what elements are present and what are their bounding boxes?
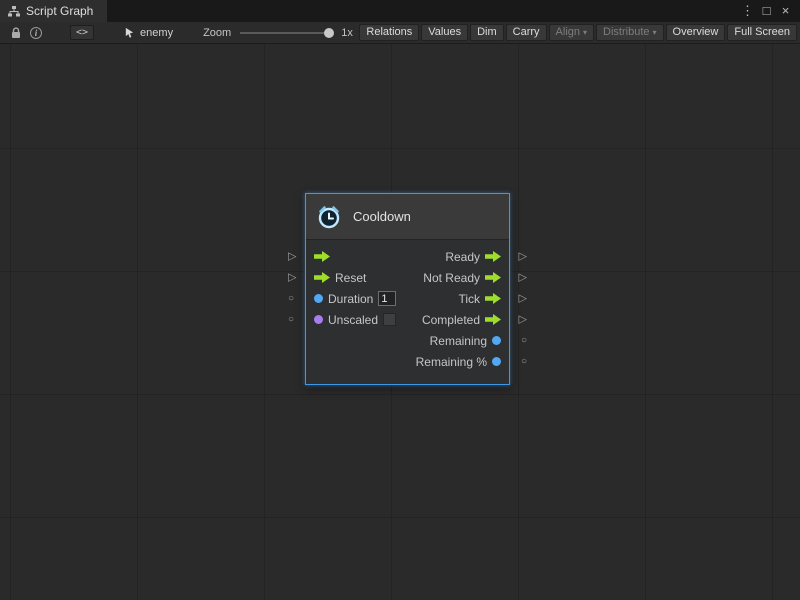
value-output-port[interactable]: ○ [521,336,527,346]
flow-input-arrow-icon[interactable] [314,272,330,283]
port-row: Remaining ○ [306,330,509,351]
chevron-down-icon: ▾ [653,28,657,37]
flow-input-arrow-icon[interactable] [314,251,330,262]
value-input-port[interactable]: ○ [288,294,294,304]
window-menu-icon[interactable]: ⋮ [739,0,756,22]
alarm-clock-icon [315,203,343,231]
port-label: Remaining % [416,356,487,368]
port-label: Completed [422,314,480,326]
number-port-dot-icon[interactable] [314,294,323,303]
chevron-down-icon: ▾ [583,28,587,37]
script-graph-icon [8,6,20,17]
toolbar-buttons: Relations Values Dim Carry Align▾ Distri… [359,24,797,41]
relations-button[interactable]: Relations [359,24,419,41]
info-button[interactable]: i [26,24,46,42]
flow-output-port[interactable]: ▷ [519,272,527,283]
flow-output-port[interactable]: ▷ [519,293,527,304]
unscaled-checkbox[interactable] [383,313,396,326]
flow-input-port[interactable]: ▷ [288,272,296,283]
graph-pointer-icon [124,27,135,38]
window-tab-bar: Script Graph ⋮ □ × [0,0,800,22]
port-row: ○ Duration Tick ▷ [306,288,509,309]
port-label: Remaining [430,335,487,347]
node-cooldown[interactable]: Cooldown ▷ Ready ▷ ▷ [305,193,510,385]
port-label: Duration [328,293,373,305]
zoom-label: Zoom [203,27,231,39]
flow-output-arrow-icon[interactable] [485,293,501,304]
dim-label: Dim [477,26,497,38]
align-label: Align [556,26,580,38]
port-row: ▷ Reset Not Ready ▷ [306,267,509,288]
node-title: Cooldown [353,209,411,224]
port-row: ○ Unscaled Completed ▷ [306,309,509,330]
distribute-label: Distribute [603,26,649,38]
port-label: Unscaled [328,314,378,326]
port-label: Not Ready [423,272,480,284]
align-dropdown[interactable]: Align▾ [549,24,594,41]
port-label: Tick [458,293,480,305]
flow-output-port[interactable]: ▷ [519,251,527,262]
graph-target[interactable]: enemy [124,27,173,39]
zoom-slider-track [240,32,332,34]
script-graph-window: Script Graph ⋮ □ × i <> enemy Z [0,0,800,600]
lock-icon [11,27,21,39]
graph-toolbar: i <> enemy Zoom 1x Relations Values Dim … [0,22,800,44]
code-icon: <> [76,27,88,38]
port-row: Remaining % ○ [306,351,509,372]
node-header[interactable]: Cooldown [306,194,509,240]
zoom-slider[interactable] [240,27,332,39]
overview-button[interactable]: Overview [666,24,726,41]
value-output-port[interactable]: ○ [521,357,527,367]
dim-button[interactable]: Dim [470,24,504,41]
relations-label: Relations [366,26,412,38]
info-icon: i [30,27,42,39]
graph-canvas[interactable]: Cooldown ▷ Ready ▷ ▷ [0,44,800,600]
node-body: ▷ Ready ▷ ▷ Reset [306,240,509,384]
lock-button[interactable] [6,24,26,42]
flow-output-port[interactable]: ▷ [519,314,527,325]
tab-script-graph[interactable]: Script Graph [0,0,107,22]
full-screen-label: Full Screen [734,26,790,38]
number-port-dot-icon[interactable] [492,357,501,366]
values-label: Values [428,26,461,38]
zoom-slider-handle[interactable] [324,28,334,38]
zoom-value: 1x [341,27,353,39]
graph-target-label: enemy [140,27,173,39]
tab-label: Script Graph [26,4,93,18]
maximize-icon[interactable]: □ [758,0,775,22]
zoom-control: Zoom 1x [203,27,353,39]
port-label: Reset [335,272,366,284]
overview-label: Overview [673,26,719,38]
flow-output-arrow-icon[interactable] [485,251,501,262]
flow-output-arrow-icon[interactable] [485,272,501,283]
boolean-port-dot-icon[interactable] [314,315,323,324]
flow-input-port[interactable]: ▷ [288,251,296,262]
values-button[interactable]: Values [421,24,468,41]
value-input-port[interactable]: ○ [288,315,294,325]
number-port-dot-icon[interactable] [492,336,501,345]
full-screen-button[interactable]: Full Screen [727,24,797,41]
port-label: Ready [445,251,480,263]
close-icon[interactable]: × [777,0,794,22]
port-row: ▷ Ready ▷ [306,246,509,267]
edit-source-button[interactable]: <> [70,25,94,40]
carry-label: Carry [513,26,540,38]
distribute-dropdown[interactable]: Distribute ▾ [596,24,663,41]
duration-input[interactable] [378,291,396,306]
window-controls: ⋮ □ × [739,0,800,22]
flow-output-arrow-icon[interactable] [485,314,501,325]
carry-button[interactable]: Carry [506,24,547,41]
